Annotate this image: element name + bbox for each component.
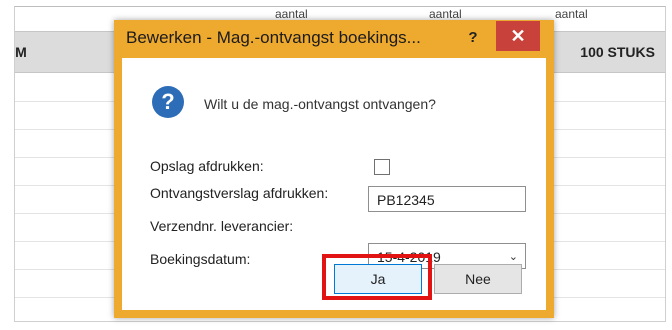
row-cell-left: AM	[15, 44, 27, 60]
dialog-titlebar[interactable]: Bewerken - Mag.-ontvangst boekings... ? …	[114, 20, 554, 58]
verslag-label: Ontvangstverslag afdrukken:	[150, 185, 329, 201]
question-icon: ?	[152, 86, 184, 118]
verzendnr-label: Verzendnr. leverancier:	[150, 218, 294, 234]
boekingsdatum-label: Boekingsdatum:	[150, 251, 251, 267]
ja-button[interactable]: Ja	[334, 264, 422, 294]
verzendnr-input[interactable]: PB12345	[368, 186, 526, 212]
confirm-dialog: Bewerken - Mag.-ontvangst boekings... ? …	[114, 20, 554, 318]
dialog-title: Bewerken - Mag.-ontvangst boekings...	[126, 28, 421, 47]
close-button[interactable]: ✕	[496, 21, 540, 51]
row-cell-quantity: 100 STUKS	[580, 44, 655, 60]
dialog-body: ? Wilt u de mag.-ontvangst ontvangen? Op…	[122, 58, 546, 310]
column-header: aantal	[555, 7, 588, 21]
help-button[interactable]: ?	[460, 26, 486, 50]
opslag-checkbox[interactable]	[374, 159, 390, 175]
opslag-label: Opslag afdrukken:	[150, 158, 264, 174]
nee-button[interactable]: Nee	[434, 264, 522, 294]
dialog-question: Wilt u de mag.-ontvangst ontvangen?	[204, 96, 436, 112]
